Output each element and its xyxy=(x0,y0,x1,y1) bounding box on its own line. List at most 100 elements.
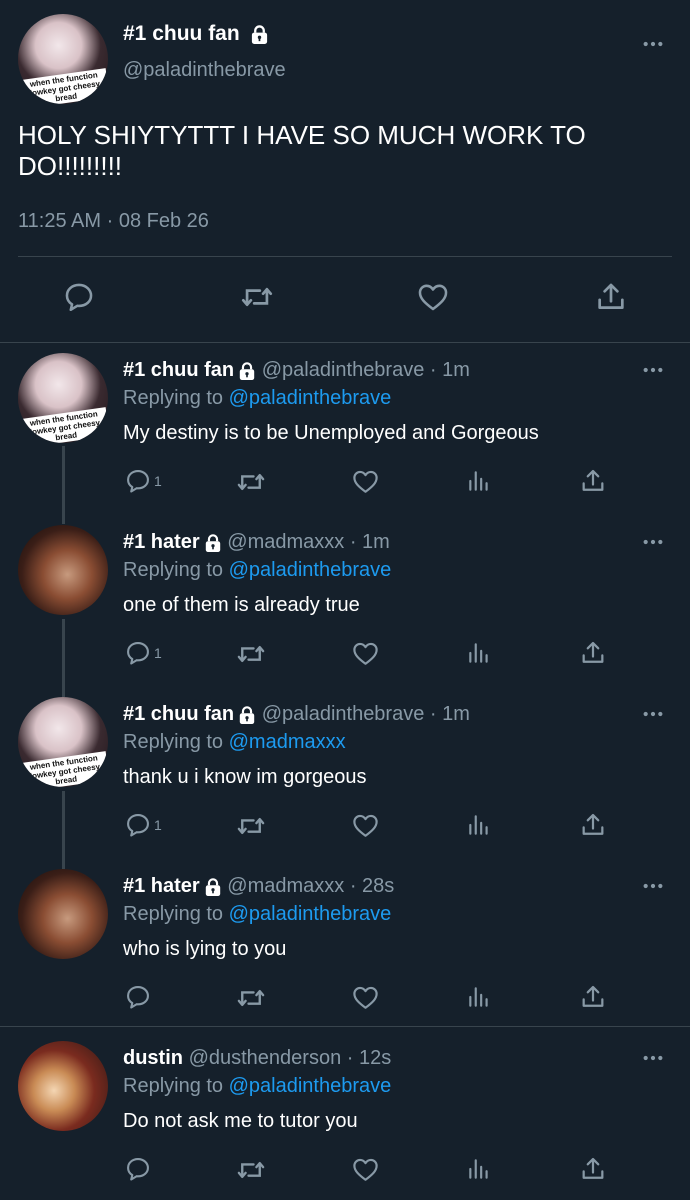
main-actions xyxy=(0,280,690,320)
share-icon[interactable] xyxy=(579,639,607,667)
lock-icon xyxy=(204,534,222,552)
tweet-text: My destiny is to be Unemployed and Gorge… xyxy=(123,422,539,444)
avatar[interactable] xyxy=(18,525,108,615)
handle[interactable]: @paladinthebrave xyxy=(262,359,425,381)
heart-icon[interactable] xyxy=(351,811,380,840)
avatar[interactable]: when the function lowkey got cheesy brea… xyxy=(18,697,108,787)
replying-to-link[interactable]: @paladinthebrave xyxy=(229,387,392,409)
lock-icon xyxy=(204,878,222,896)
analytics-icon[interactable] xyxy=(466,983,492,1011)
reply-tweet[interactable]: #1 hater @madmaxxx · 1m Replying to @pal… xyxy=(0,515,690,687)
replying-to-link[interactable]: @madmaxxx xyxy=(229,731,346,753)
main-tweet: when the function lowkey got cheesy brea… xyxy=(0,0,690,342)
action-bar: 1 xyxy=(0,811,690,845)
retweet-icon[interactable] xyxy=(236,639,266,669)
replying-label: Replying to xyxy=(123,903,224,925)
replying-label: Replying to xyxy=(123,387,224,409)
reply-count: 1 xyxy=(154,645,162,661)
reply-icon[interactable] xyxy=(124,983,152,1011)
reply-icon[interactable] xyxy=(124,811,152,839)
reply-tweet[interactable]: when the function lowkey got cheesy brea… xyxy=(0,687,690,859)
retweet-icon[interactable] xyxy=(240,280,274,314)
analytics-icon[interactable] xyxy=(466,467,492,495)
more-dots-icon[interactable] xyxy=(642,538,664,546)
display-name[interactable]: dustin xyxy=(123,1047,183,1069)
analytics-icon[interactable] xyxy=(466,639,492,667)
avatar[interactable]: when the function lowkey got cheesy brea… xyxy=(18,14,108,104)
share-icon[interactable] xyxy=(579,1155,607,1183)
replying-to-link[interactable]: @paladinthebrave xyxy=(229,559,392,581)
heart-icon[interactable] xyxy=(416,280,450,314)
reply-tweet[interactable]: dustin @dusthenderson · 12s Replying to … xyxy=(0,1031,690,1200)
divider xyxy=(18,256,672,257)
replying-label: Replying to xyxy=(123,559,224,581)
reply-tweet[interactable]: #1 hater @madmaxxx · 28s Replying to @pa… xyxy=(0,859,690,1026)
time: · 28s xyxy=(349,875,395,897)
action-bar: 1 xyxy=(0,639,690,673)
handle[interactable]: @dusthenderson xyxy=(189,1047,342,1069)
reply-tweet[interactable]: when the function lowkey got cheesy brea… xyxy=(0,343,690,515)
retweet-icon[interactable] xyxy=(236,467,266,497)
tweet-text: thank u i know im gorgeous xyxy=(123,766,367,788)
more-dots-icon[interactable] xyxy=(642,882,664,890)
avatar-caption: when the function lowkey got cheesy brea… xyxy=(20,68,108,104)
tweet-text: HOLY SHIYTYTTT I HAVE SO MUCH WORK TO DO… xyxy=(18,120,586,181)
display-name[interactable]: #1 hater xyxy=(123,531,200,553)
reply-icon[interactable] xyxy=(124,467,152,495)
display-name[interactable]: #1 chuu fan xyxy=(123,359,234,381)
more-dots-icon[interactable] xyxy=(642,40,664,48)
analytics-icon[interactable] xyxy=(466,811,492,839)
display-name[interactable]: #1 chuu fan xyxy=(123,703,234,725)
heart-icon[interactable] xyxy=(351,639,380,668)
replying-label: Replying to xyxy=(123,731,224,753)
reply-count: 1 xyxy=(154,817,162,833)
handle[interactable]: @paladinthebrave xyxy=(123,59,286,82)
avatar[interactable]: when the function lowkey got cheesy brea… xyxy=(18,353,108,443)
time: · 1m xyxy=(349,531,390,553)
heart-icon[interactable] xyxy=(351,983,380,1012)
display-name[interactable]: #1 chuu fan xyxy=(123,22,240,45)
more-dots-icon[interactable] xyxy=(642,366,664,374)
reply-icon[interactable] xyxy=(124,1155,152,1183)
avatar-caption: when the function lowkey got cheesy brea… xyxy=(20,751,108,787)
handle[interactable]: @madmaxxx xyxy=(227,531,344,553)
time: · 1m xyxy=(429,703,470,725)
retweet-icon[interactable] xyxy=(236,983,266,1013)
replying-label: Replying to xyxy=(123,1075,224,1097)
more-dots-icon[interactable] xyxy=(642,1054,664,1062)
tweet-text: Do not ask me to tutor you xyxy=(123,1110,358,1132)
handle[interactable]: @madmaxxx xyxy=(227,875,344,897)
more-dots-icon[interactable] xyxy=(642,710,664,718)
lock-icon xyxy=(238,706,256,724)
lock-icon xyxy=(238,362,256,380)
reply-count: 1 xyxy=(154,473,162,489)
heart-icon[interactable] xyxy=(351,1155,380,1184)
analytics-icon[interactable] xyxy=(466,1155,492,1183)
replying-to-link[interactable]: @paladinthebrave xyxy=(229,1075,392,1097)
retweet-icon[interactable] xyxy=(236,1155,266,1185)
section-divider xyxy=(0,1026,690,1027)
avatar[interactable] xyxy=(18,1041,108,1131)
handle[interactable]: @paladinthebrave xyxy=(262,703,425,725)
reply-icon[interactable] xyxy=(124,639,152,667)
display-name[interactable]: #1 hater xyxy=(123,875,200,897)
time: · 12s xyxy=(346,1047,392,1069)
tweet-text: who is lying to you xyxy=(123,938,287,960)
action-bar xyxy=(0,1155,690,1189)
share-icon[interactable] xyxy=(579,983,607,1011)
replying-to-link[interactable]: @paladinthebrave xyxy=(229,903,392,925)
lock-icon xyxy=(250,25,269,44)
tweet-text: one of them is already true xyxy=(123,594,360,616)
heart-icon[interactable] xyxy=(351,467,380,496)
reply-icon[interactable] xyxy=(62,280,96,314)
action-bar: 1 xyxy=(0,467,690,501)
avatar[interactable] xyxy=(18,869,108,959)
avatar-caption: when the function lowkey got cheesy brea… xyxy=(20,407,108,443)
retweet-icon[interactable] xyxy=(236,811,266,841)
timestamp[interactable]: 11:25 AM · 08 Feb 26 xyxy=(18,210,209,233)
share-icon[interactable] xyxy=(594,280,628,314)
action-bar xyxy=(0,983,690,1017)
time: · 1m xyxy=(429,359,470,381)
share-icon[interactable] xyxy=(579,811,607,839)
share-icon[interactable] xyxy=(579,467,607,495)
